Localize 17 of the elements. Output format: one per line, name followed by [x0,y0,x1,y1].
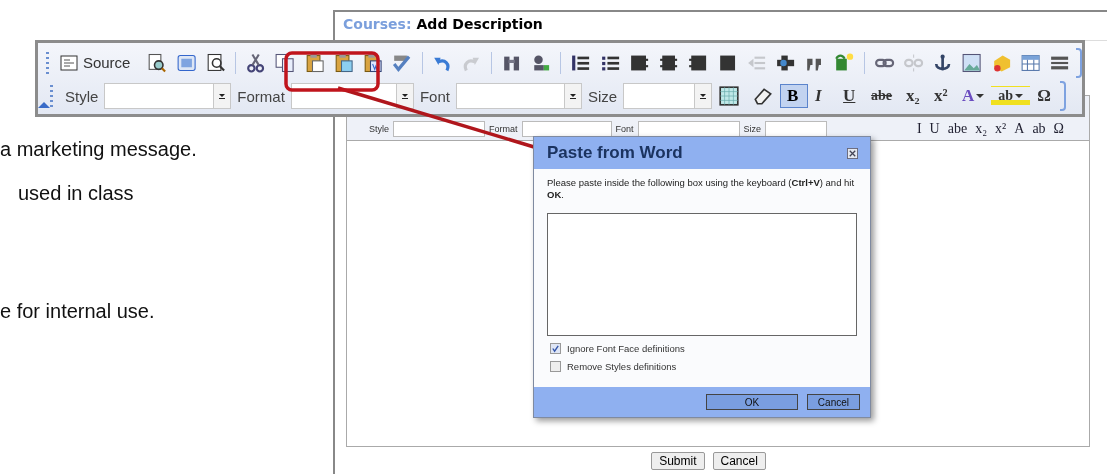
body-text: used in class [17,181,135,205]
dialog-title: Paste from Word [547,143,683,163]
combo-label: Style [65,87,99,105]
dialog-message: Please paste inside the following box using the keyboard (Ctrl+V) and hit OK. [547,177,856,201]
combo-label: Style [369,124,389,134]
combo-label: Size [743,124,762,134]
checkbox-label: Ignore Font Face definitions [567,343,685,354]
combo-label: Font [615,124,634,134]
page-title: Add Description [416,16,543,34]
combo-label: Format [489,124,518,134]
combo-label: Font [419,87,450,105]
breadcrumb-section: Courses: [343,16,412,36]
checkbox-label: Remove Styles definitions [567,361,677,372]
combo-label: Size [587,87,618,105]
combo-label: Format [237,87,285,105]
body-text: a marketing message. [0,137,198,161]
body-text: e for internal use. [0,299,156,323]
